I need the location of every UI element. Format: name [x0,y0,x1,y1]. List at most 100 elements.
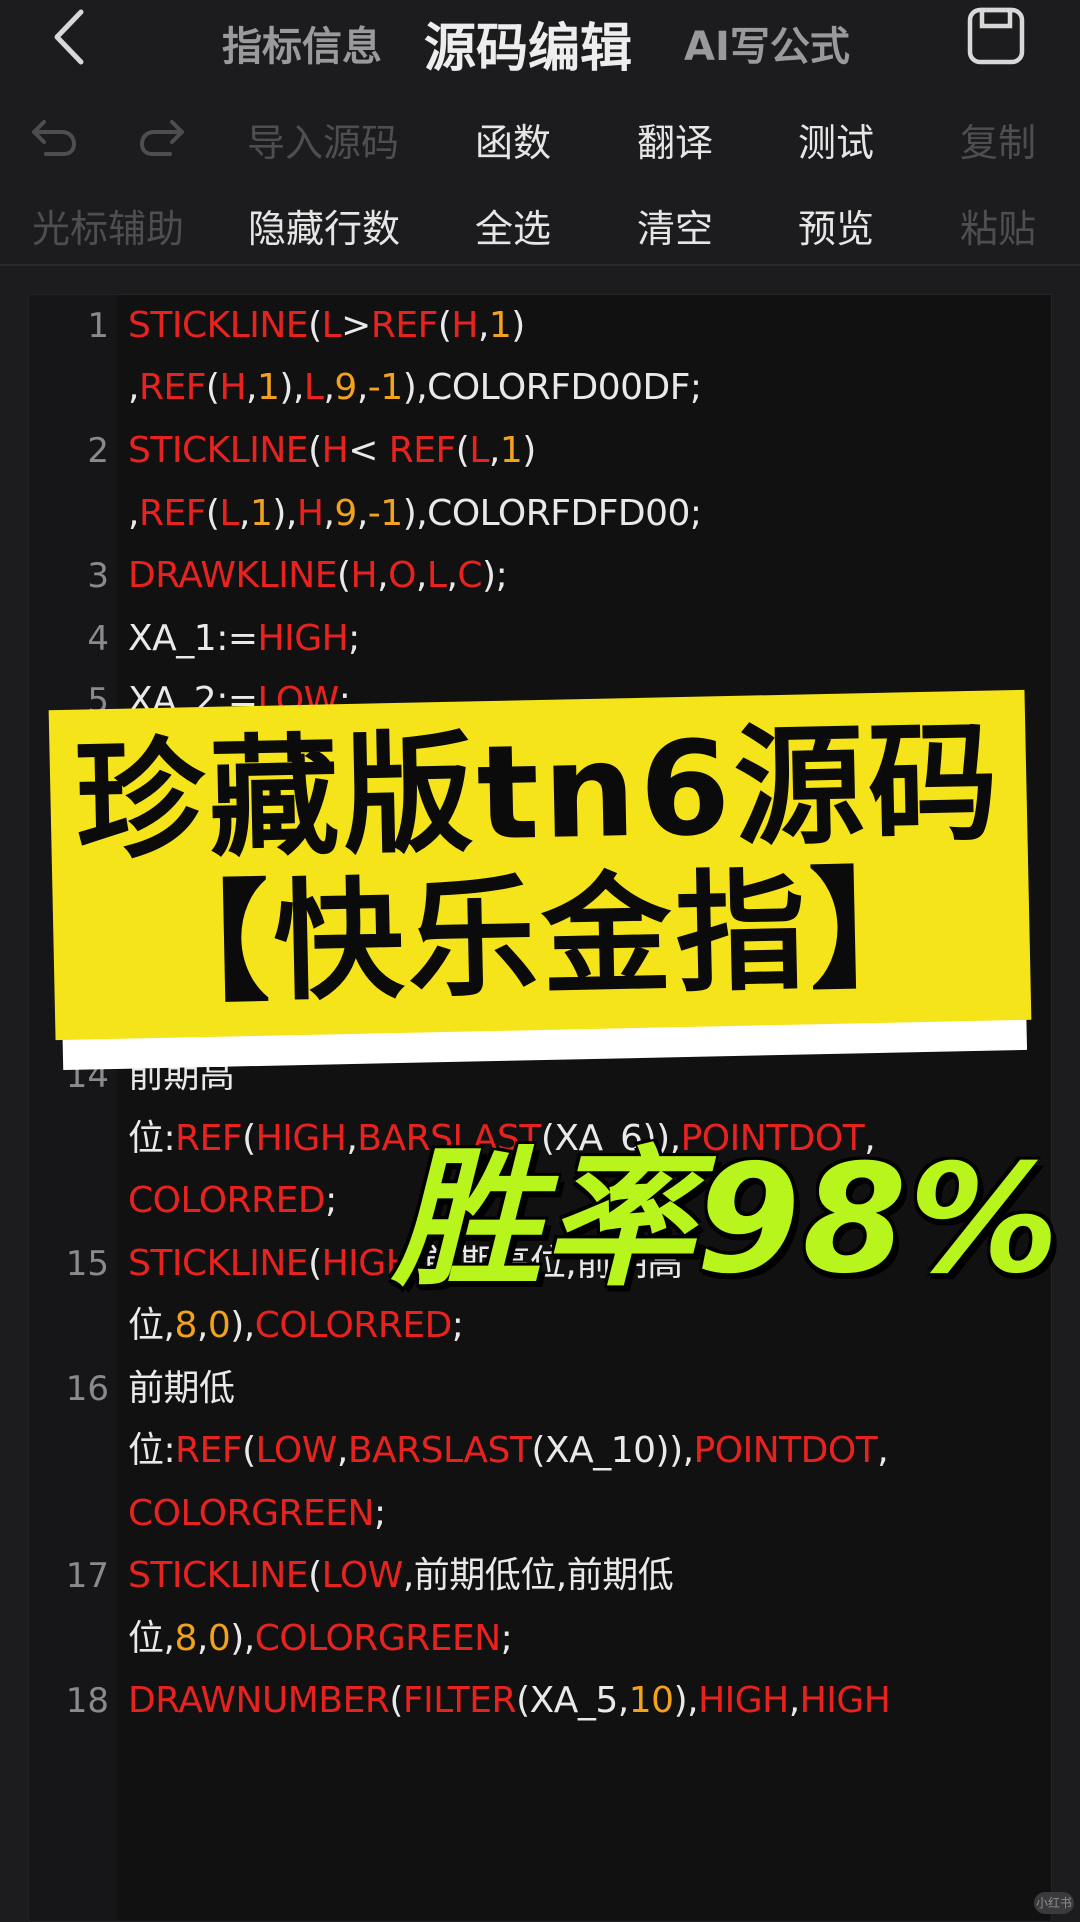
top-bar: 指标信息 源码编辑 AI写公式 [0,0,1080,81]
code-keyword: STICKLINE [128,1555,309,1596]
code-line[interactable]: 18 DRAWNUMBER(FILTER(XA_5,10),HIGH,HIGH [29,1670,1051,1732]
line-number: 17 [65,1556,109,1596]
code-plain: (XA_10)), [531,1430,694,1471]
code-plain: ( [455,430,470,471]
code-text: COLORGREEN; [128,1483,386,1545]
line-number: 4 [87,619,109,659]
tab-ai-formula[interactable]: AI写公式 [684,14,850,72]
code-plain: ; [500,1618,513,1659]
code-line[interactable]: 位,8,0),COLORGREEN; [29,1608,1051,1670]
code-line[interactable]: 2 STICKLINE(H< REF(L,1) [29,420,1051,482]
code-number: -1 [367,367,403,408]
code-keyword: L [469,430,489,471]
code-text: 前期低 [128,1358,235,1420]
code-plain: , [446,555,458,596]
code-line[interactable]: 4 XA_1:=HIGH; [29,608,1051,670]
code-line[interactable]: ,REF(H,1),L,9,-1),COLORFD00DF; [29,357,1051,419]
code-line[interactable]: 17 STICKLINE(LOW,前期低位,前期低 [29,1545,1051,1607]
code-number: -1 [367,493,403,534]
code-plain: ), [230,1305,255,1346]
code-plain: < [348,430,389,471]
code-keyword: DRAWNUMBER [128,1680,390,1721]
select-all-button[interactable]: 全选 [475,198,551,253]
test-button[interactable]: 测试 [798,112,874,167]
banner-title-line1: 珍藏版tn6源码 [73,706,1004,878]
back-button[interactable] [40,4,96,70]
copy-button[interactable]: 复制 [960,112,1036,167]
code-keyword: STICKLINE [128,430,309,471]
code-plain: 位: [128,1430,176,1471]
code-keyword: HIGH [255,1118,347,1159]
code-plain: 位: [128,1118,176,1159]
save-icon [967,7,1025,65]
code-plain: , [196,1618,208,1659]
code-plain: , [128,367,139,408]
code-plain: , [246,367,257,408]
code-plain: ( [337,555,351,596]
toolbar-divider [0,264,1080,266]
code-plain: 前期低 [128,1368,235,1409]
code-keyword: H [219,367,247,408]
code-line[interactable]: 16 前期低 [29,1358,1051,1420]
code-keyword: C [457,555,483,596]
code-line[interactable]: 3 DRAWKLINE(H,O,L,C); [29,545,1051,607]
code-keyword: HIGH [257,618,349,659]
code-keyword: O [388,555,416,596]
undo-icon[interactable] [26,108,82,164]
code-plain: ,前期低位,前期低 [402,1555,674,1596]
code-text: DRAWNUMBER(FILTER(XA_5,10),HIGH,HIGH [128,1670,891,1732]
paste-button[interactable]: 粘贴 [960,198,1036,253]
code-keyword: DRAWKLINE [128,555,338,596]
code-plain: ; [348,618,360,659]
functions-button[interactable]: 函数 [475,112,551,167]
code-plain: , [239,493,250,534]
code-plain: ( [205,367,220,408]
code-plain: ; [373,1493,386,1534]
tab-indicator-info[interactable]: 指标信息 [222,14,382,72]
code-text: STICKLINE(LOW,前期低位,前期低 [128,1545,674,1607]
tab-source-edit[interactable]: 源码编辑 [424,6,632,81]
hide-line-numbers-button[interactable]: 隐藏行数 [248,198,400,253]
code-number: 0 [207,1618,231,1659]
code-text: 位:REF(LOW,BARSLAST(XA_10)),POINTDOT, [128,1420,889,1482]
code-plain: ) [511,305,525,346]
preview-button[interactable]: 预览 [798,198,874,253]
code-plain: , [336,1430,348,1471]
chevron-left-icon [54,9,84,65]
code-line[interactable]: 1 STICKLINE(L>REF(H,1) [29,295,1051,357]
save-button[interactable] [966,6,1026,66]
cursor-assist-button[interactable]: 光标辅助 [32,198,184,253]
code-keyword: LOW [321,1555,404,1596]
code-keyword: REF [175,1430,243,1471]
code-line[interactable]: ,REF(L,1),H,9,-1),COLORFDFD00; [29,483,1051,545]
line-number: 15 [65,1244,109,1284]
code-keyword: BARSLAST [347,1430,532,1471]
code-keyword: L [321,305,342,346]
code-plain: , [356,493,368,534]
code-number: 9 [334,493,357,534]
code-text: DRAWKLINE(H,O,L,C); [128,545,508,607]
redo-icon[interactable] [134,108,190,164]
code-plain: ), [673,1680,699,1721]
code-text: STICKLINE(H< REF(L,1) [128,420,536,482]
code-keyword: REF [175,1118,243,1159]
win-rate-label: 胜率98% [392,1133,1062,1307]
code-keyword: POINTDOT [693,1430,878,1471]
code-number: 8 [174,1618,197,1659]
code-plain: (XA_5, [516,1680,629,1721]
code-line[interactable]: COLORGREEN; [29,1483,1051,1545]
code-line[interactable]: 位:REF(LOW,BARSLAST(XA_10)),POINTDOT, [29,1420,1051,1482]
code-plain: ),COLORFD00DF; [402,367,702,408]
code-keyword: HIGH [799,1680,891,1721]
import-source-button[interactable]: 导入源码 [247,112,399,167]
code-plain: ),COLORFDFD00; [402,493,702,534]
code-keyword: FILTER [402,1680,517,1721]
code-keyword: COLORGREEN [128,1493,374,1534]
code-plain: , [477,305,489,346]
translate-button[interactable]: 翻译 [637,112,713,167]
code-plain: 位, [128,1618,175,1659]
code-keyword: REF [388,430,456,471]
code-number: 9 [334,367,357,408]
clear-button[interactable]: 清空 [637,198,713,253]
code-plain: , [488,430,500,471]
